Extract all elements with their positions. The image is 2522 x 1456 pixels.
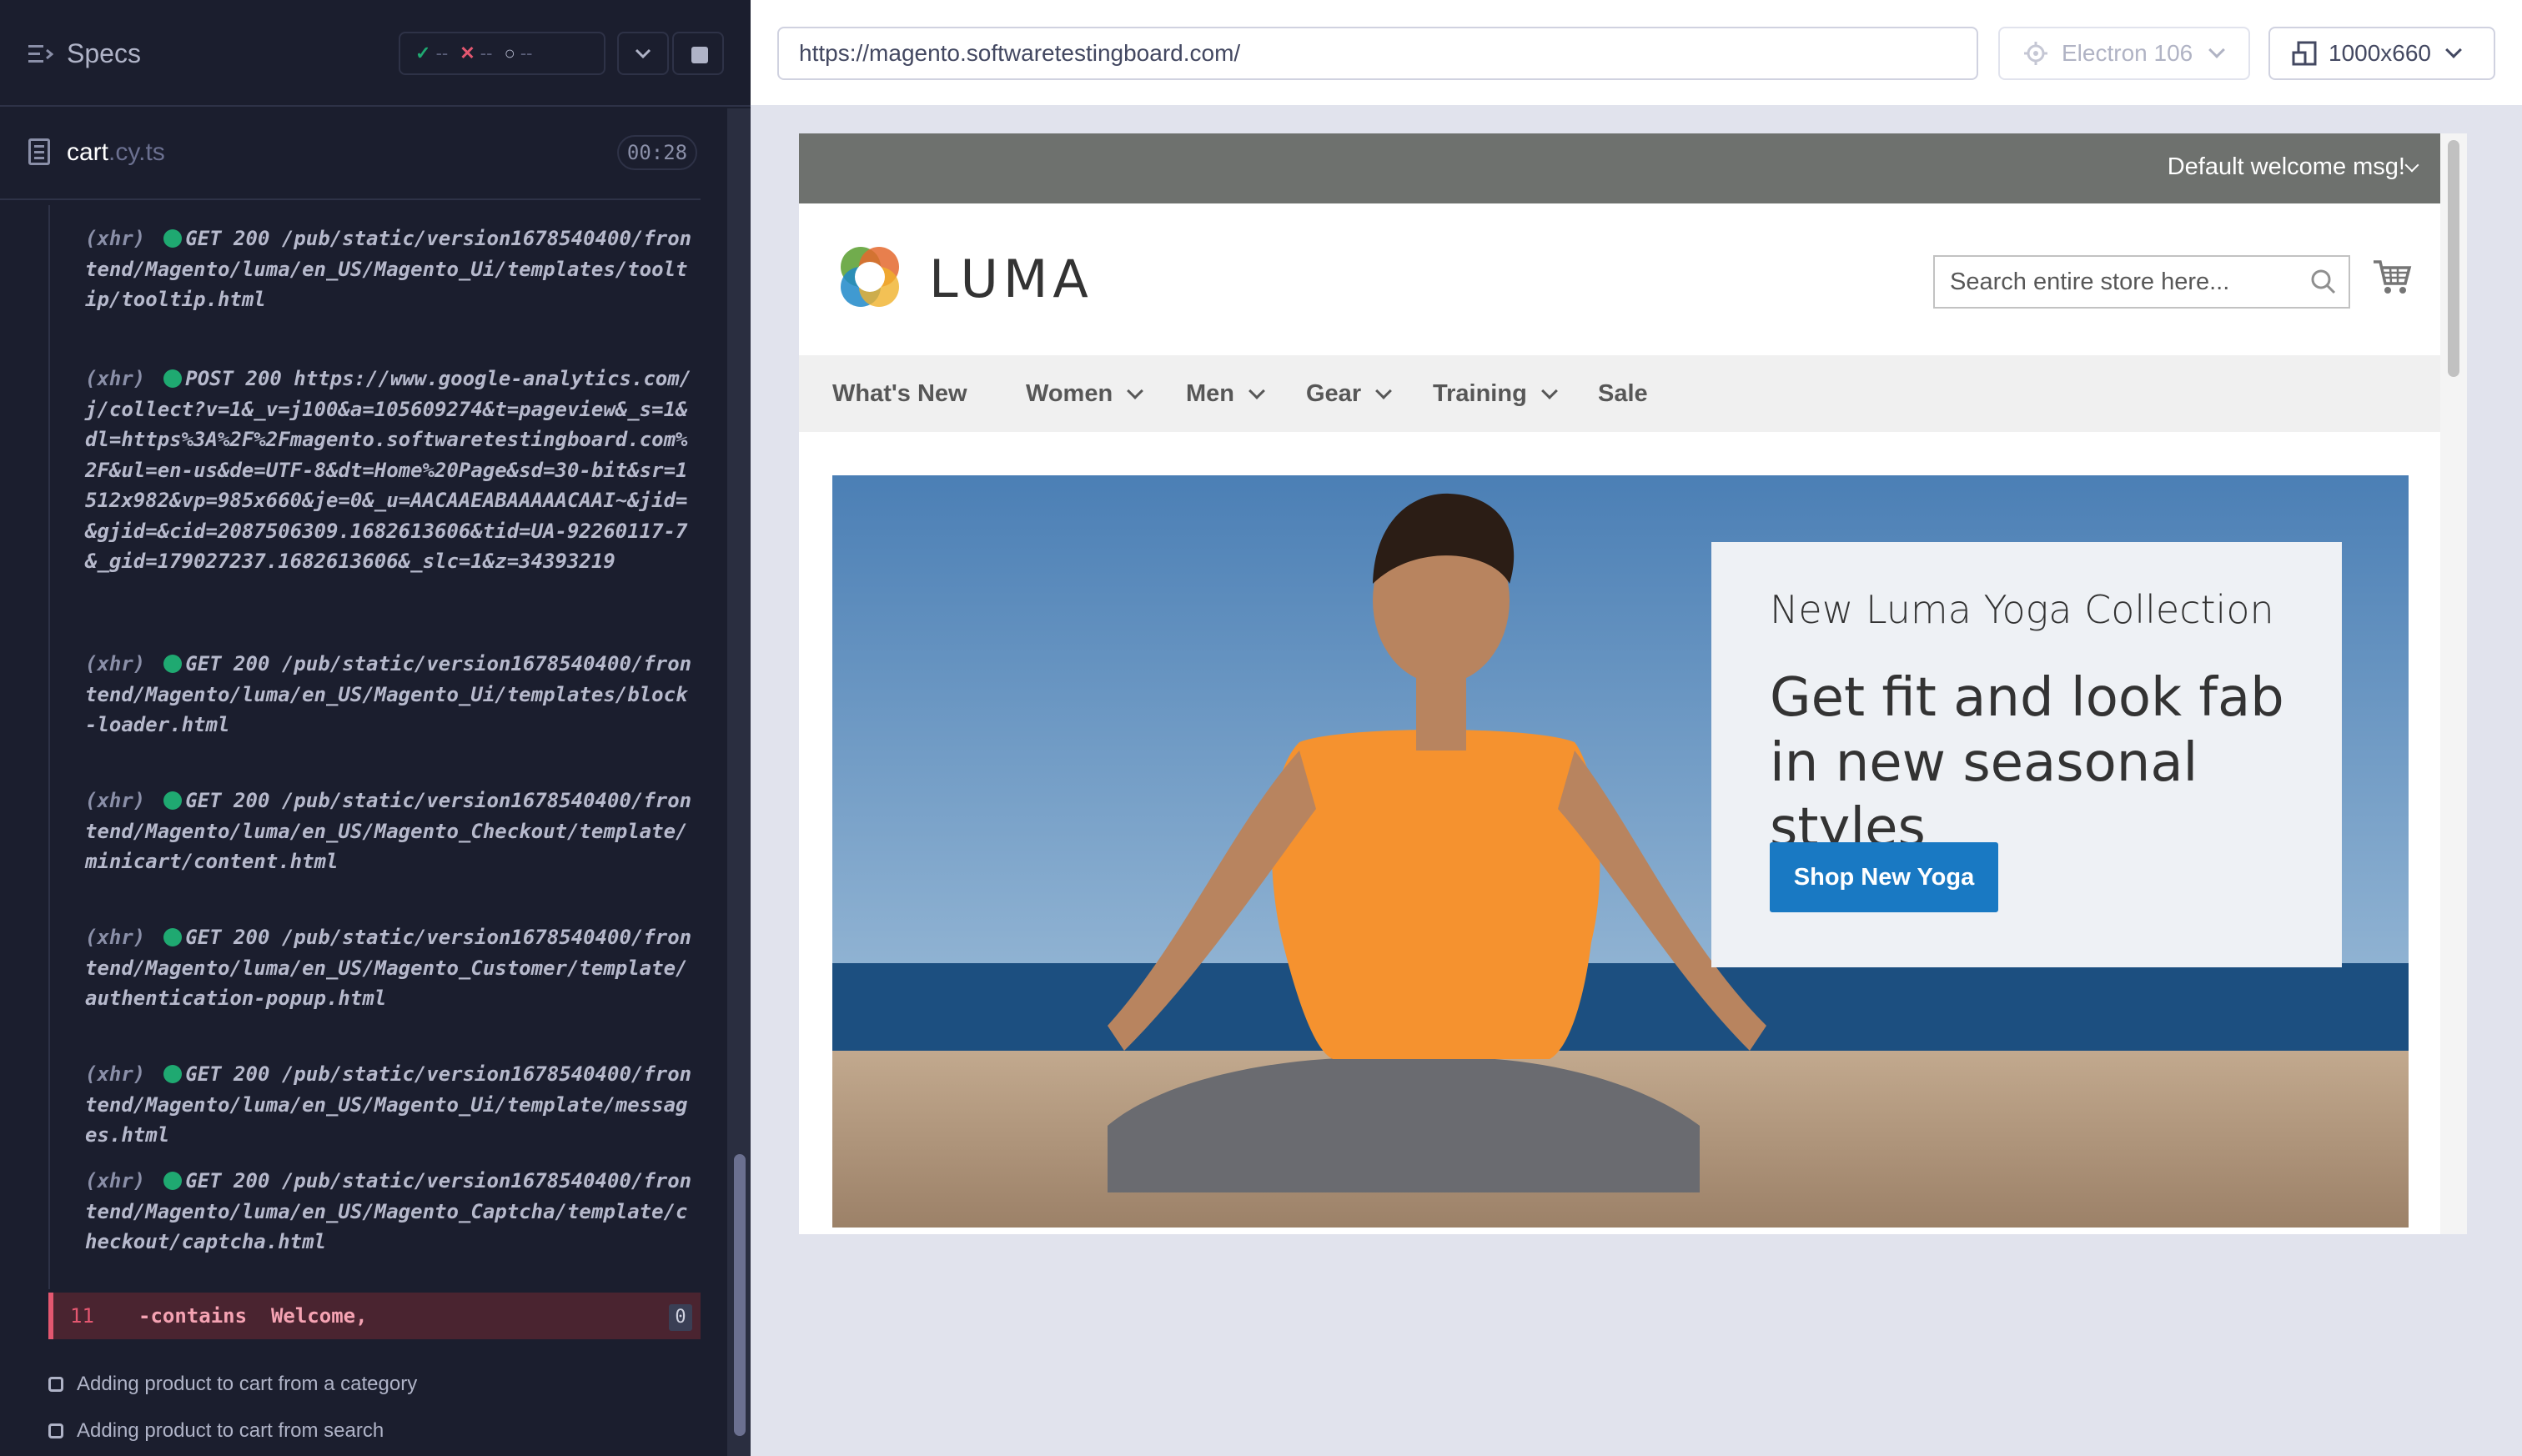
status-dot-icon <box>163 229 183 248</box>
specs-title[interactable]: Specs <box>67 38 141 69</box>
luma-logo-icon[interactable] <box>832 240 907 315</box>
hero-card: New Luma Yoga Collection Get fit and loo… <box>1711 542 2342 967</box>
test-title: Adding product to cart from a category <box>77 1373 418 1395</box>
hero-banner[interactable]: New Luma Yoga Collection Get fit and loo… <box>832 475 2409 1228</box>
file-icon <box>28 138 50 165</box>
check-icon: ✓ <box>415 43 431 63</box>
failed-count: ✕ -- <box>460 43 493 63</box>
log-entry[interactable]: (xhr) GET 200 /pub/static/version16785404… <box>85 223 694 315</box>
command-count-badge: 0 <box>669 1304 692 1331</box>
status-dot-icon <box>163 791 183 810</box>
log-entry[interactable]: (xhr) GET 200 /pub/static/version16785404… <box>85 786 694 877</box>
brand-name[interactable]: LUMA <box>929 249 1093 309</box>
browser-toolbar: https://magento.softwaretestingboard.com… <box>751 0 2522 107</box>
spec-file-name: cart.cy.ts <box>67 138 165 166</box>
welcome-bar: Default welcome msg! <box>799 133 2440 203</box>
passed-count: ✓ -- <box>415 43 449 63</box>
welcome-message[interactable]: Default welcome msg! <box>2168 153 2405 181</box>
viewport-selector[interactable]: 1000x660 <box>2268 27 2495 80</box>
search-icon[interactable] <box>2308 267 2339 297</box>
nav-item-sale[interactable]: Sale <box>1598 380 1648 408</box>
log-entry[interactable]: (xhr) POST 200 https://www.google-analyti… <box>85 364 694 577</box>
cart-icon[interactable] <box>2372 257 2412 297</box>
status-dot-icon <box>163 1172 183 1190</box>
command-number: 11 <box>70 1304 94 1328</box>
chevron-down-icon <box>2445 42 2462 58</box>
specs-icon[interactable] <box>28 43 53 65</box>
test-item[interactable]: Adding product to cart from search <box>48 1414 384 1448</box>
chevron-down-icon[interactable] <box>2404 158 2419 173</box>
checkbox-icon <box>48 1377 63 1392</box>
runner-panel: Specs ✓ -- ✕ -- ○ -- cart.cy.ts 00:28 11… <box>0 0 751 1456</box>
app-scrollbar-thumb[interactable] <box>2448 140 2459 377</box>
log-entry[interactable]: (xhr) GET 200 /pub/static/version16785404… <box>85 1166 694 1258</box>
checkbox-icon <box>48 1423 63 1438</box>
browser-label: Electron 106 <box>2062 40 2193 66</box>
chevron-down-icon <box>1540 382 1558 399</box>
browser-selector[interactable]: Electron 106 <box>1998 27 2250 80</box>
spec-duration: 00:28 <box>617 135 697 170</box>
search-input[interactable]: Search entire store here... <box>1933 255 2350 309</box>
hero-kicker: New Luma Yoga Collection <box>1770 587 2274 632</box>
status-dot-icon <box>163 655 183 673</box>
log-entry[interactable]: (xhr) GET 200 /pub/static/version16785404… <box>85 1059 694 1151</box>
hero-title: Get fit and look fab in new seasonal sty… <box>1770 667 2284 859</box>
nav-item-men[interactable]: Men <box>1186 380 1265 408</box>
nav-item-whats-new[interactable]: What's New <box>832 380 967 408</box>
chevron-down-icon <box>635 48 651 59</box>
main-navigation: What's New Women Men Gear Training Sale <box>799 355 2440 432</box>
chevron-down-icon <box>1248 382 1265 399</box>
spec-file-header[interactable]: cart.cy.ts 00:28 <box>0 108 701 200</box>
url-field[interactable]: https://magento.softwaretestingboard.com… <box>777 27 1978 80</box>
chevron-down-icon <box>2208 42 2226 58</box>
status-dot-icon <box>163 928 183 946</box>
app-scrollbar[interactable] <box>2440 133 2467 1234</box>
test-item[interactable]: Adding product to cart from a category <box>48 1368 417 1401</box>
viewport-icon <box>2292 41 2317 66</box>
log-entry[interactable]: (xhr) GET 200 /pub/static/version16785404… <box>85 649 694 741</box>
viewport-label: 1000x660 <box>2329 40 2432 66</box>
app-preview: Default welcome msg! LUMA Search entire … <box>799 133 2467 1234</box>
specs-header: Specs ✓ -- ✕ -- ○ -- <box>0 0 751 107</box>
command-contains-row[interactable]: 11 -contains Welcome, 0 <box>48 1293 701 1339</box>
stop-button[interactable] <box>672 32 724 75</box>
gear-icon <box>2024 42 2047 65</box>
command-text: -contains Welcome, <box>138 1304 368 1328</box>
runner-scrollbar[interactable] <box>727 108 751 1456</box>
nav-item-training[interactable]: Training <box>1433 380 1558 408</box>
status-dot-icon <box>163 369 183 388</box>
pending-count: ○ -- <box>504 43 533 63</box>
shop-new-yoga-button[interactable]: Shop New Yoga <box>1770 842 1998 912</box>
runner-scrollbar-thumb[interactable] <box>734 1154 746 1436</box>
stop-icon <box>691 47 708 63</box>
log-entry[interactable]: (xhr) GET 200 /pub/static/version16785404… <box>85 922 694 1014</box>
nav-item-gear[interactable]: Gear <box>1306 380 1393 408</box>
chevron-down-icon <box>1127 382 1144 399</box>
chevron-down-icon <box>1375 382 1393 399</box>
test-title: Adding product to cart from search <box>77 1419 384 1442</box>
status-dot-icon <box>163 1065 183 1083</box>
x-icon: ✕ <box>460 43 475 63</box>
spinner-icon: ○ <box>504 43 515 63</box>
test-stats: ✓ -- ✕ -- ○ -- <box>399 32 605 75</box>
expand-button[interactable] <box>617 32 669 75</box>
nav-item-women[interactable]: Women <box>1026 380 1144 408</box>
